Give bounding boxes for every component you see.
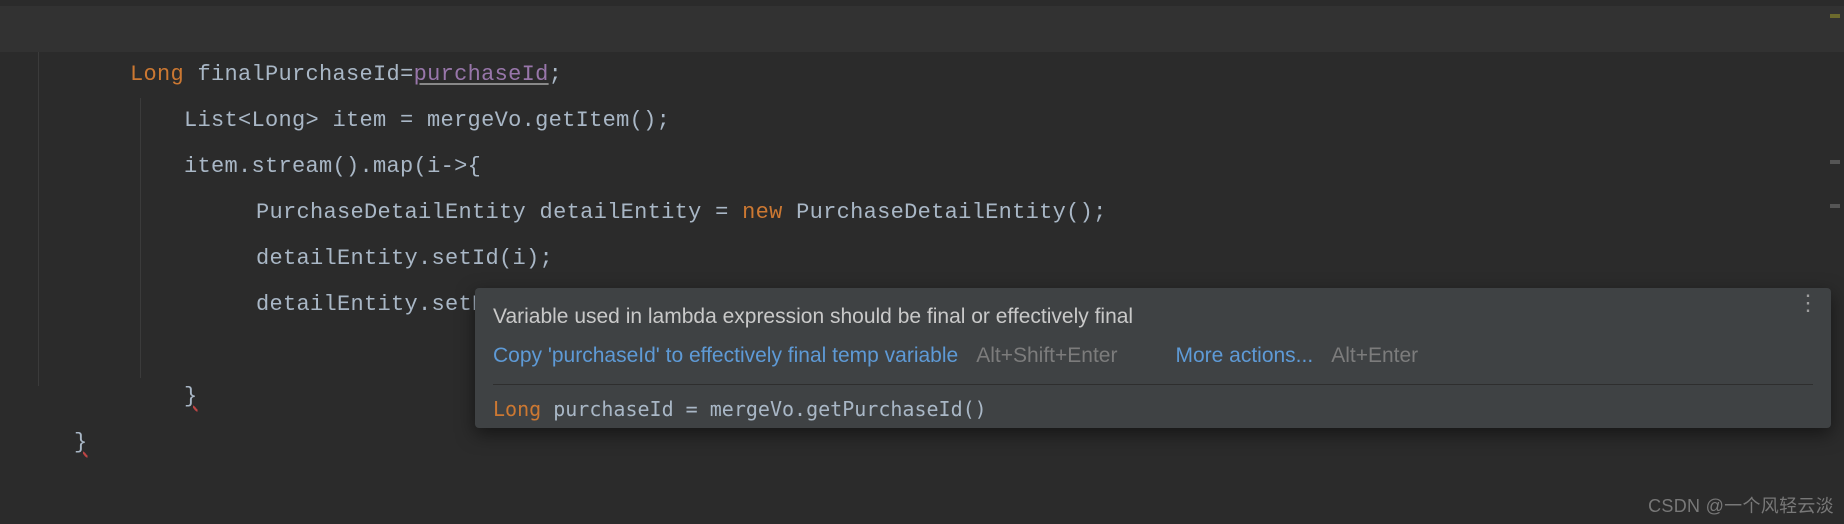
code-line[interactable]: PurchaseDetailEntity detailEntity = new … bbox=[0, 144, 1844, 190]
code-line[interactable]: detailEntity.setPurchaseId(purchaseId); bbox=[0, 236, 1844, 282]
scrollbar-mark[interactable] bbox=[1830, 14, 1840, 18]
scrollbar-mark[interactable] bbox=[1830, 204, 1840, 208]
inspection-tooltip: ⋮ Variable used in lambda expression sho… bbox=[475, 288, 1831, 428]
inspection-message: Variable used in lambda expression shoul… bbox=[493, 302, 1813, 338]
scrollbar-mark[interactable] bbox=[1830, 160, 1840, 164]
shortcut-label: Alt+Enter bbox=[1331, 338, 1418, 374]
code-editor[interactable]: Long finalPurchaseId=purchaseId; List<Lo… bbox=[0, 0, 1844, 524]
code-line[interactable]: Long finalPurchaseId=purchaseId; bbox=[0, 6, 1844, 52]
keyword-type: Long bbox=[493, 397, 541, 421]
code-line[interactable]: item.stream().map(i->{ bbox=[0, 98, 1844, 144]
watermark: CSDN @一个风轻云淡 bbox=[1648, 492, 1834, 518]
code-line[interactable]: List<Long> item = mergeVo.getItem(); bbox=[0, 52, 1844, 98]
code-line[interactable]: detailEntity.setId(i); bbox=[0, 190, 1844, 236]
more-actions-link[interactable]: More actions... bbox=[1175, 338, 1313, 374]
shortcut-label: Alt+Shift+Enter bbox=[976, 338, 1117, 374]
editor-scrollbar[interactable] bbox=[1828, 0, 1842, 524]
brace-close: } bbox=[74, 420, 88, 466]
quickfix-link[interactable]: Copy 'purchaseId' to effectively final t… bbox=[493, 338, 958, 374]
more-icon[interactable]: ⋮ bbox=[1797, 298, 1819, 308]
quickfix-preview: Long purchaseId = mergeVo.getPurchaseId(… bbox=[493, 384, 1813, 421]
preview-code: purchaseId = mergeVo.getPurchaseId() bbox=[541, 397, 987, 421]
